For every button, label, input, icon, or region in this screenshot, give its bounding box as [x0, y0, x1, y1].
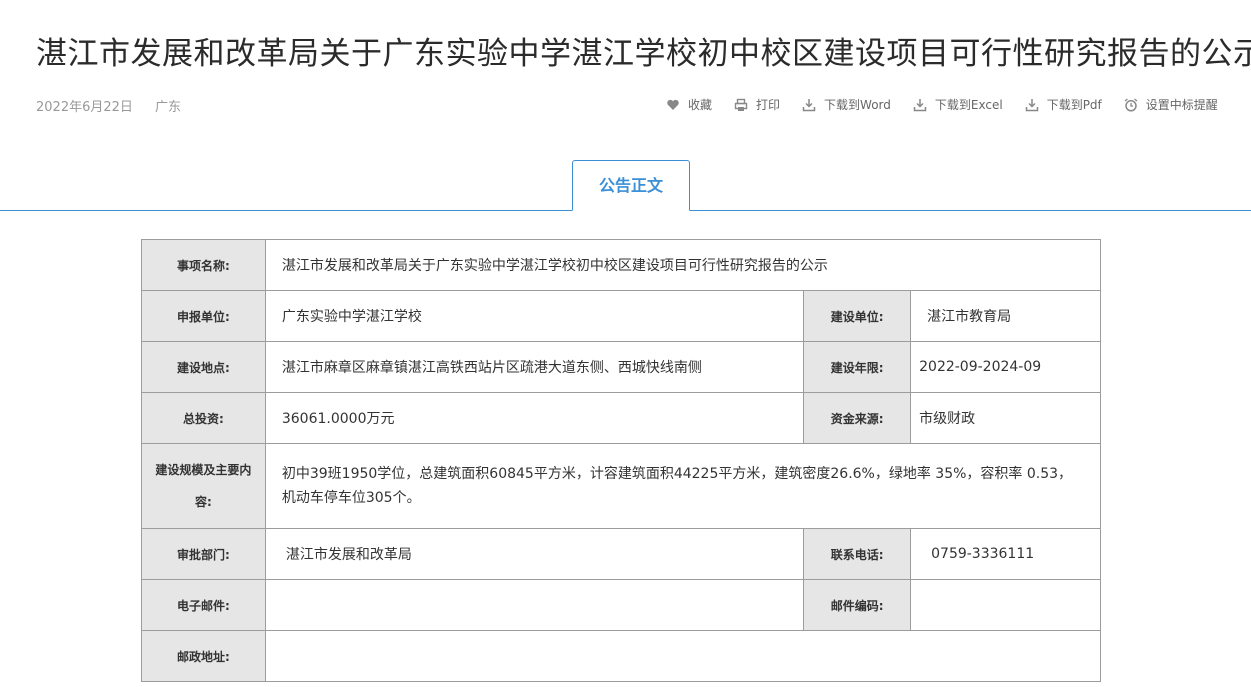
heart-icon	[667, 99, 679, 110]
address-value	[264, 630, 1102, 682]
location-label: 建设地点:	[141, 341, 266, 393]
action-bar: 收藏 打印 下载到Word 下载到Excel 下载到Pdf 设置中标提醒	[666, 96, 1218, 113]
scale-value: 初中39班1950学位，总建筑面积60845平方米，计容建筑面积44225平方米…	[264, 443, 1102, 529]
funding-value: 市级财政	[910, 392, 1101, 444]
phone-label: 联系电话:	[803, 528, 912, 580]
download-word-button[interactable]: 下载到Word	[802, 96, 891, 113]
table-row: 申报单位: 广东实验中学湛江学校 建设单位: 湛江市教育局	[141, 290, 1101, 342]
period-label: 建设年限:	[803, 341, 912, 393]
print-button[interactable]: 打印	[734, 96, 780, 113]
funding-label: 资金来源:	[803, 392, 912, 444]
investment-label: 总投资:	[141, 392, 266, 444]
phone-value: 0759-3336111	[910, 528, 1101, 580]
table-row: 总投资: 36061.0000万元 资金来源: 市级财政	[141, 392, 1101, 444]
investment-value: 36061.0000万元	[264, 392, 805, 444]
alarm-clock-icon	[1124, 97, 1138, 112]
page-title: 湛江市发展和改革局关于广东实验中学湛江学校初中校区建设项目可行性研究报告的公示	[36, 36, 1251, 72]
applicant-label: 申报单位:	[141, 290, 266, 342]
period-value: 2022-09-2024-09	[910, 341, 1101, 393]
table-row: 电子邮件: 邮件编码:	[141, 579, 1101, 631]
table-row: 建设规模及主要内容: 初中39班1950学位，总建筑面积60845平方米，计容建…	[141, 443, 1102, 529]
scale-label: 建设规模及主要内容:	[141, 443, 266, 529]
printer-icon	[734, 98, 748, 111]
postcode-value	[910, 579, 1101, 631]
applicant-value: 广东实验中学湛江学校	[264, 290, 805, 342]
table-row: 审批部门: 湛江市发展和改革局 联系电话: 0759-3336111	[141, 528, 1101, 580]
item-name-value: 湛江市发展和改革局关于广东实验中学湛江学校初中校区建设项目可行性研究报告的公示	[264, 239, 1102, 291]
address-label: 邮政地址:	[141, 630, 266, 682]
download-excel-button[interactable]: 下载到Excel	[913, 96, 1003, 113]
favorite-button[interactable]: 收藏	[666, 96, 712, 113]
postcode-label: 邮件编码:	[803, 579, 912, 631]
download-icon	[913, 98, 927, 111]
publish-date: 2022年6月22日	[36, 100, 133, 115]
region-label: 广东	[155, 100, 182, 115]
item-name-label: 事项名称:	[141, 239, 266, 291]
location-value: 湛江市麻章区麻章镇湛江高铁西站片区疏港大道东侧、西城快线南侧	[264, 341, 805, 393]
tab-announcement-body[interactable]: 公告正文	[572, 160, 690, 211]
table-row: 事项名称: 湛江市发展和改革局关于广东实验中学湛江学校初中校区建设项目可行性研究…	[141, 239, 1102, 291]
table-row: 邮政地址:	[141, 630, 1102, 682]
download-pdf-button[interactable]: 下载到Pdf	[1025, 96, 1102, 113]
builder-label: 建设单位:	[803, 290, 912, 342]
builder-value: 湛江市教育局	[910, 290, 1101, 342]
email-label: 电子邮件:	[141, 579, 266, 631]
approver-label: 审批部门:	[141, 528, 266, 580]
download-icon	[1025, 98, 1038, 111]
download-icon	[802, 98, 816, 111]
approver-value: 湛江市发展和改革局	[264, 528, 805, 580]
table-row: 建设地点: 湛江市麻章区麻章镇湛江高铁西站片区疏港大道东侧、西城快线南侧 建设年…	[141, 341, 1101, 393]
bid-reminder-button[interactable]: 设置中标提醒	[1124, 96, 1218, 113]
project-info-table: 事项名称: 湛江市发展和改革局关于广东实验中学湛江学校初中校区建设项目可行性研究…	[141, 239, 1102, 682]
email-value	[264, 579, 805, 631]
